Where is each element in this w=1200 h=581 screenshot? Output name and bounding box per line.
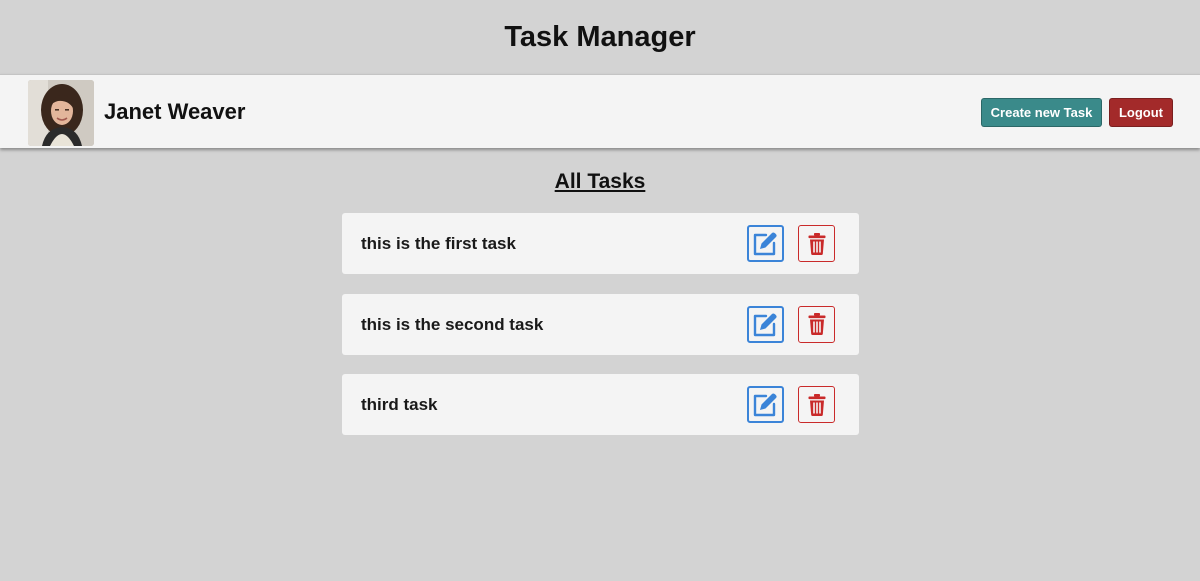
trash-icon bbox=[808, 393, 825, 416]
delete-task-button[interactable] bbox=[798, 225, 835, 262]
edit-task-button[interactable] bbox=[747, 386, 784, 423]
edit-task-button[interactable] bbox=[747, 225, 784, 262]
edit-icon bbox=[753, 393, 777, 417]
task-item: this is the first task bbox=[342, 213, 859, 274]
user-bar: Janet Weaver Create new Task Logout bbox=[0, 74, 1200, 148]
trash-icon bbox=[808, 232, 825, 255]
delete-task-button[interactable] bbox=[798, 305, 835, 343]
trash-icon bbox=[808, 313, 825, 335]
task-text: this is the first task bbox=[361, 234, 516, 253]
edit-icon bbox=[753, 312, 777, 336]
task-item: third task bbox=[342, 374, 859, 435]
section-title: All Tasks bbox=[554, 170, 646, 193]
app-title: Task Manager bbox=[504, 21, 696, 53]
task-text: third task bbox=[361, 395, 438, 414]
avatar bbox=[28, 80, 94, 146]
logout-button[interactable]: Logout bbox=[1109, 98, 1173, 127]
user-name: Janet Weaver bbox=[104, 99, 246, 124]
edit-icon bbox=[753, 232, 777, 256]
task-item: this is the second task bbox=[342, 293, 859, 355]
avatar-image bbox=[28, 80, 94, 146]
task-text: this is the second task bbox=[361, 314, 544, 334]
create-new-task-button[interactable]: Create new Task bbox=[981, 98, 1102, 127]
delete-task-button[interactable] bbox=[798, 386, 835, 423]
edit-task-button[interactable] bbox=[747, 305, 784, 343]
task-list: this is the first task this is the secon… bbox=[342, 213, 859, 455]
